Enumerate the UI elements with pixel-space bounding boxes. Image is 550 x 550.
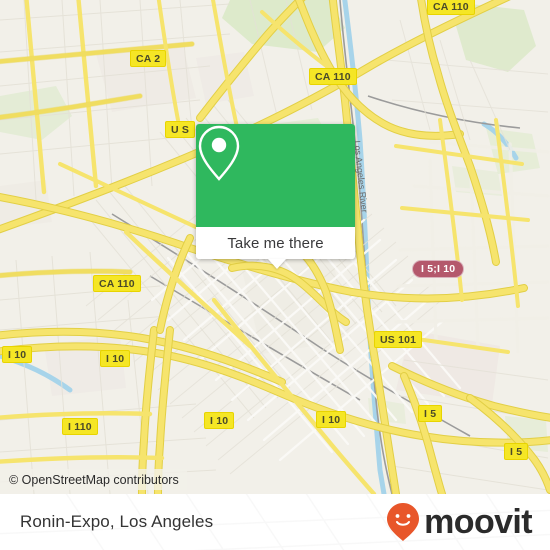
- shield-i-10-left: I 10: [2, 346, 33, 363]
- shield-us-101: US 101: [374, 331, 423, 348]
- shield-i-5-i-10: I 5;I 10: [412, 260, 465, 278]
- shield-i-5-b: I 5: [504, 443, 529, 460]
- shield-i-10-mid: I 10: [100, 350, 131, 367]
- shield-ca-110-topright: CA 110: [427, 0, 475, 15]
- osm-attribution[interactable]: © OpenStreetMap contributors: [0, 469, 187, 490]
- popup-image-area: [196, 124, 355, 227]
- shield-i-5-a: I 5: [418, 405, 443, 422]
- shield-ca-110-top: CA 110: [309, 68, 357, 85]
- moovit-brand: moovit: [386, 502, 533, 542]
- shield-us-5: U S: [165, 121, 196, 138]
- moovit-pin-icon: [387, 503, 420, 541]
- popup-pointer-tail: [268, 259, 286, 269]
- place-name-label: Ronin-Expo, Los Angeles: [20, 512, 214, 531]
- map-screenshot-root: .rd { stroke:#f6e46d; stroke-linecap:rou…: [0, 0, 550, 550]
- shield-i-110: I 110: [62, 418, 98, 435]
- shield-i-10-lowright: I 10: [316, 411, 347, 428]
- moovit-wordmark: moovit: [424, 503, 532, 541]
- shield-ca-2: CA 2: [130, 50, 167, 67]
- shield-i-10-low: I 10: [204, 412, 235, 429]
- shield-ca-110-left: CA 110: [93, 275, 141, 292]
- location-pin-icon: [198, 125, 240, 181]
- bottom-info-bar: Ronin-Expo, Los Angeles moovit: [0, 494, 550, 550]
- map-canvas[interactable]: .rd { stroke:#f6e46d; stroke-linecap:rou…: [0, 0, 550, 494]
- location-popup-card[interactable]: Take me there: [196, 124, 355, 269]
- take-me-there-button[interactable]: Take me there: [196, 227, 355, 259]
